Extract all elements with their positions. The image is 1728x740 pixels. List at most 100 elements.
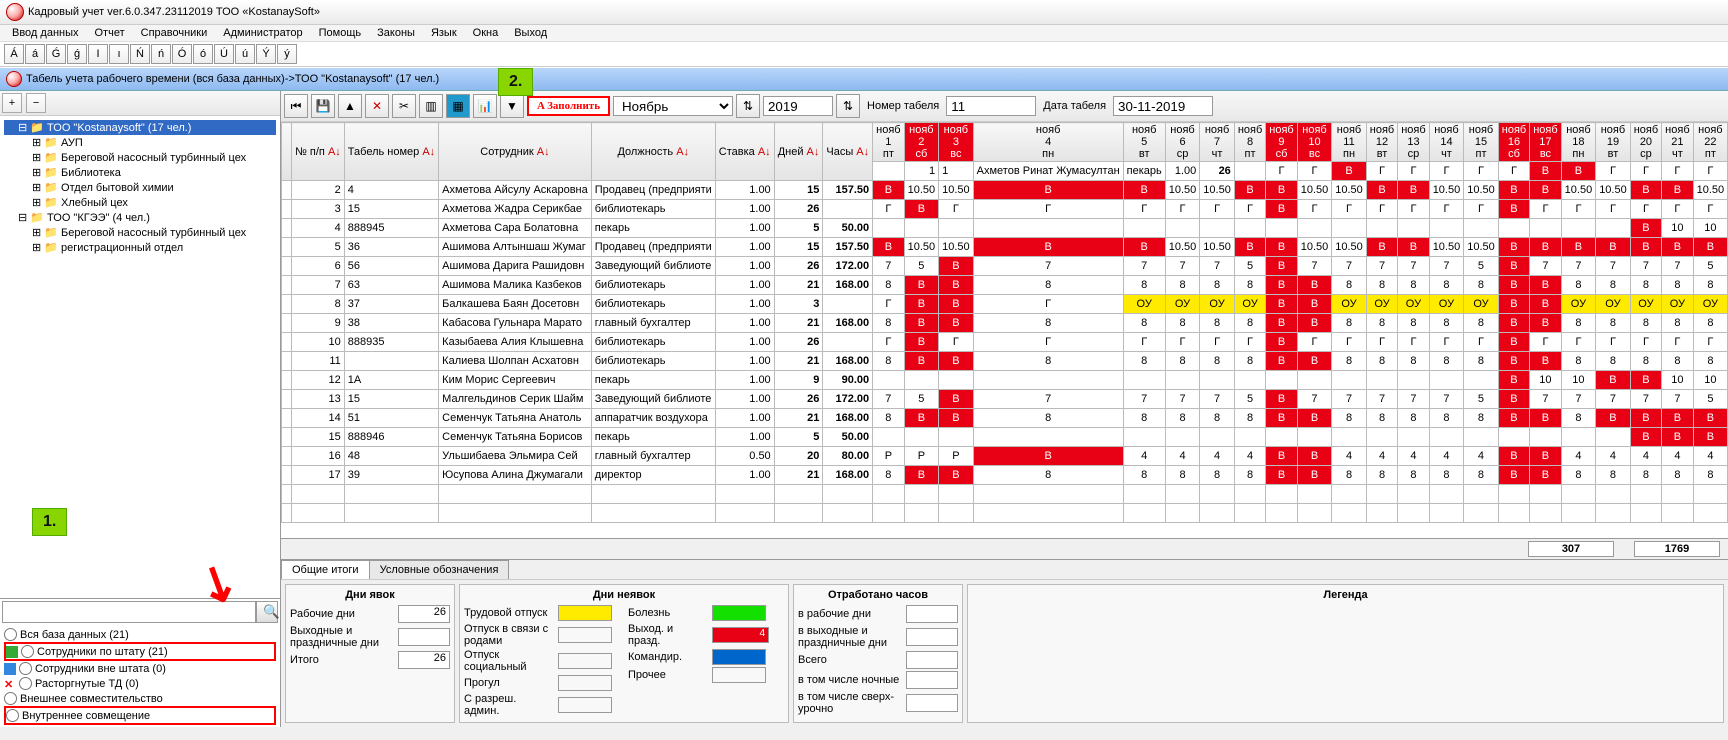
day-cell[interactable]: 7 bbox=[1165, 390, 1200, 409]
menu-item[interactable]: Ввод данных bbox=[4, 25, 87, 41]
day-cell[interactable]: В bbox=[1530, 409, 1561, 428]
day-cell[interactable]: 4 bbox=[1200, 447, 1235, 466]
day-header[interactable]: нояб15пт bbox=[1464, 123, 1499, 162]
day-cell[interactable]: 7 bbox=[1630, 390, 1661, 409]
day-cell[interactable] bbox=[1530, 428, 1561, 447]
day-cell[interactable]: Г bbox=[1123, 333, 1165, 352]
day-cell[interactable]: В bbox=[1398, 181, 1429, 200]
day-cell[interactable]: Г bbox=[1596, 200, 1631, 219]
day-header[interactable]: нояб8пт bbox=[1234, 123, 1265, 162]
day-cell[interactable]: 8 bbox=[1561, 276, 1596, 295]
day-cell[interactable] bbox=[873, 219, 904, 238]
year-input[interactable] bbox=[763, 96, 833, 116]
day-cell[interactable]: 4 bbox=[1630, 447, 1661, 466]
filter-radio-row[interactable]: Вся база данных (21) bbox=[4, 627, 276, 642]
day-cell[interactable]: 8 bbox=[1165, 276, 1200, 295]
day-cell[interactable]: 10.50 bbox=[1693, 181, 1728, 200]
day-cell[interactable]: 8 bbox=[1366, 409, 1397, 428]
day-cell[interactable]: В bbox=[1530, 447, 1561, 466]
day-cell[interactable]: 8 bbox=[873, 314, 904, 333]
day-cell[interactable]: 10 bbox=[1662, 371, 1693, 390]
table-row[interactable]: 315Ахметова Жадра Серикбаебиблиотекарь 1… bbox=[282, 200, 1728, 219]
chart-button[interactable]: 📊 bbox=[473, 94, 497, 118]
day-cell[interactable]: Г bbox=[1464, 333, 1499, 352]
day-cell[interactable]: В bbox=[1398, 238, 1429, 257]
day-cell[interactable] bbox=[1429, 371, 1464, 390]
day-cell[interactable]: 5 bbox=[1234, 257, 1265, 276]
day-cell[interactable]: Г bbox=[1200, 200, 1235, 219]
accent-button[interactable]: ı bbox=[109, 44, 129, 64]
day-cell[interactable]: В bbox=[1297, 314, 1332, 333]
tree-node[interactable]: ⊞ 📁 Библиотека bbox=[4, 165, 276, 180]
day-cell[interactable]: В bbox=[1297, 352, 1332, 371]
tree-node[interactable]: ⊞ 📁 Отдел бытовой химии bbox=[4, 180, 276, 195]
day-cell[interactable]: 8 bbox=[1332, 409, 1367, 428]
day-cell[interactable] bbox=[1561, 219, 1596, 238]
day-cell[interactable]: 7 bbox=[1662, 257, 1693, 276]
day-cell[interactable]: Г bbox=[1398, 200, 1429, 219]
day-cell[interactable] bbox=[1366, 371, 1397, 390]
day-cell[interactable]: В bbox=[904, 200, 939, 219]
day-cell[interactable]: 8 bbox=[1693, 466, 1728, 485]
day-cell[interactable]: Г bbox=[1165, 333, 1200, 352]
day-cell[interactable]: В bbox=[1498, 181, 1529, 200]
day-header[interactable]: нояб10вс bbox=[1297, 123, 1332, 162]
day-cell[interactable]: В bbox=[1630, 371, 1661, 390]
day-cell[interactable]: Г bbox=[1266, 162, 1297, 181]
day-cell[interactable]: 8 bbox=[873, 409, 904, 428]
day-cell[interactable]: В bbox=[1662, 428, 1693, 447]
day-cell[interactable]: В bbox=[1530, 352, 1561, 371]
day-cell[interactable]: 10.50 bbox=[904, 238, 939, 257]
day-cell[interactable] bbox=[1596, 428, 1631, 447]
day-cell[interactable]: В bbox=[1498, 314, 1529, 333]
day-cell[interactable]: Р bbox=[939, 447, 974, 466]
accent-button[interactable]: ǵ bbox=[67, 44, 87, 64]
filter-button[interactable]: ▼ bbox=[500, 94, 524, 118]
day-cell[interactable]: 7 bbox=[1662, 390, 1693, 409]
day-cell[interactable]: В bbox=[904, 295, 939, 314]
day-cell[interactable]: В bbox=[1498, 409, 1529, 428]
day-cell[interactable]: В bbox=[1266, 447, 1297, 466]
day-cell[interactable]: В bbox=[1498, 447, 1529, 466]
day-cell[interactable]: 8 bbox=[1596, 352, 1631, 371]
table-row[interactable]: 656Ашимова Дарига РашидовнЗаведующий биб… bbox=[282, 257, 1728, 276]
day-cell[interactable]: Г bbox=[1693, 200, 1728, 219]
day-cell[interactable]: ОУ bbox=[1662, 295, 1693, 314]
delete-button[interactable]: ✕ bbox=[365, 94, 389, 118]
day-cell[interactable]: 8 bbox=[1630, 466, 1661, 485]
day-cell[interactable]: В bbox=[1366, 238, 1397, 257]
day-cell[interactable]: 4 bbox=[1234, 447, 1265, 466]
day-cell[interactable]: 10.50 bbox=[1297, 181, 1332, 200]
day-header[interactable]: нояб21чт bbox=[1662, 123, 1693, 162]
day-cell[interactable]: В bbox=[1530, 276, 1561, 295]
day-cell[interactable]: Г bbox=[1429, 162, 1464, 181]
day-cell[interactable]: 8 bbox=[1596, 314, 1631, 333]
day-cell[interactable]: 10.50 bbox=[1429, 181, 1464, 200]
day-cell[interactable]: В bbox=[1266, 333, 1297, 352]
day-cell[interactable]: 8 bbox=[973, 352, 1123, 371]
day-cell[interactable]: 5 bbox=[1234, 390, 1265, 409]
day-cell[interactable]: Г bbox=[1297, 333, 1332, 352]
day-cell[interactable]: 4 bbox=[1165, 447, 1200, 466]
day-cell[interactable]: В bbox=[973, 181, 1123, 200]
day-cell[interactable]: 10.50 bbox=[1332, 181, 1367, 200]
day-cell[interactable]: 8 bbox=[1234, 314, 1265, 333]
accent-button[interactable]: Ú bbox=[214, 44, 234, 64]
day-cell[interactable]: 10 bbox=[1693, 219, 1728, 238]
filter-radio-row[interactable]: ✕ Расторгнутые ТД (0) bbox=[4, 676, 276, 691]
filter-radio[interactable] bbox=[6, 709, 19, 722]
day-cell[interactable]: 8 bbox=[1200, 276, 1235, 295]
day-cell[interactable]: Г bbox=[1530, 200, 1561, 219]
col-header[interactable]: № п/п A↓ bbox=[292, 123, 345, 181]
day-cell[interactable]: Г bbox=[1366, 162, 1397, 181]
day-cell[interactable]: Г bbox=[1165, 200, 1200, 219]
table-row[interactable]: 763Ашимова Малика Казбековбиблиотекарь 1… bbox=[282, 276, 1728, 295]
day-cell[interactable]: В bbox=[1332, 162, 1367, 181]
day-cell[interactable]: 8 bbox=[1123, 352, 1165, 371]
day-cell[interactable]: В bbox=[939, 276, 974, 295]
day-cell[interactable]: Г bbox=[1297, 200, 1332, 219]
day-cell[interactable]: Р bbox=[904, 447, 939, 466]
day-cell[interactable]: 8 bbox=[973, 409, 1123, 428]
day-cell[interactable]: В bbox=[1693, 428, 1728, 447]
day-cell[interactable]: В bbox=[904, 276, 939, 295]
